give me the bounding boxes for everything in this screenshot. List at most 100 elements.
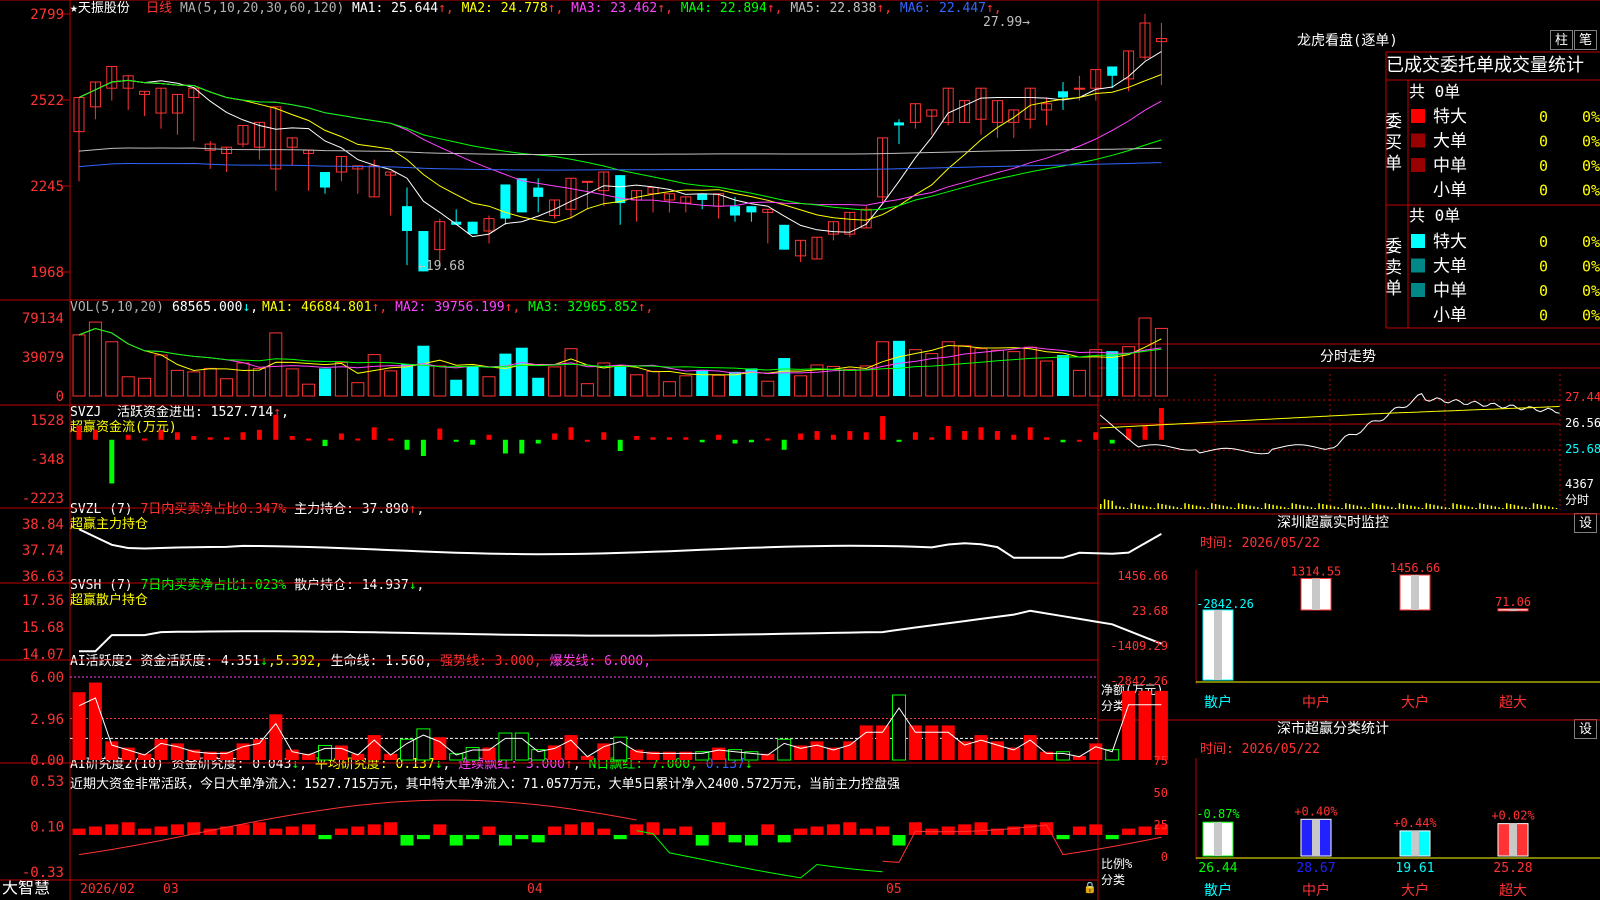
- period-label[interactable]: 日线: [146, 2, 172, 15]
- axis-label-may: 05: [886, 882, 902, 897]
- vol-bar-up: [121, 376, 135, 397]
- candle-body-up: [73, 97, 85, 133]
- buy-row-count: 0: [1539, 133, 1548, 151]
- tick-view-button[interactable]: 笔: [1574, 30, 1597, 50]
- vol-bar-up: [203, 367, 217, 397]
- activity-bar: [1089, 743, 1103, 760]
- research-bar-pos: [220, 826, 234, 835]
- monitor-axis-name2: 分类: [1101, 699, 1126, 713]
- legend-arrow: ↑,: [504, 300, 529, 315]
- ma-line-30: [78, 79, 1162, 211]
- fenshi-vol-bar: [1448, 508, 1451, 509]
- fenshi-vol-bar: [1119, 506, 1121, 509]
- fenshi-vol-bar: [1437, 505, 1439, 509]
- candle-body-up: [877, 137, 889, 198]
- flow-bar-in: [847, 431, 853, 440]
- flow-bar-in: [1044, 437, 1050, 440]
- research-bar-pos: [154, 826, 168, 835]
- candle-body-up: [926, 109, 938, 117]
- fenshi-vol-bar: [1394, 508, 1397, 509]
- fenshi-tick-high: 27.44: [1565, 390, 1600, 404]
- column-view-button[interactable]: 柱: [1550, 30, 1573, 50]
- fenshi-vol-bar: [1402, 504, 1405, 509]
- buy-row-pct: 0%: [1582, 182, 1600, 200]
- flow-bar-in: [240, 432, 246, 440]
- fenshi-vol-bar: [1195, 505, 1198, 509]
- classify-title: 深市超赢分类统计: [1277, 721, 1389, 737]
- flow-bar-out: [519, 439, 525, 454]
- candle-body-up: [368, 165, 380, 198]
- fenshi-vol-bar: [1260, 508, 1263, 509]
- classify-bar: [1202, 821, 1234, 857]
- candle-body-up: [860, 208, 872, 229]
- vol-ma-line: [78, 327, 1162, 376]
- sell-row-name: 大单: [1433, 257, 1467, 277]
- flow-bar-out: [322, 439, 328, 447]
- monitor-category-label: 中户: [1302, 694, 1330, 711]
- fenshi-vol-bar: [1134, 504, 1136, 509]
- sell-row-pct: 0%: [1582, 282, 1600, 300]
- flow-bar-in: [880, 416, 886, 440]
- monitor-title: 深圳超赢实时监控: [1277, 515, 1389, 531]
- sell-row-name: 小单: [1433, 306, 1467, 326]
- vol-tick: 0: [56, 389, 64, 405]
- research-bar-neg: [744, 834, 758, 846]
- research-bar-pos: [843, 822, 857, 835]
- candle-body-up: [663, 193, 675, 201]
- candle-body-up: [549, 199, 561, 216]
- vol-bar-up: [974, 348, 988, 397]
- buy-row-pct: 0%: [1582, 157, 1600, 175]
- flow-bar-in: [224, 437, 230, 440]
- research-bar-pos: [121, 822, 135, 835]
- ai-research-header: AI研究度2(10) 资金研究度: 0.043↓, 平均研究度: 0.137↓,…: [70, 757, 753, 772]
- svsh-header: SVSH (7) 7日内买卖净占比1.023% 散户持仓: 14.937↓,: [70, 578, 425, 593]
- vol-bar-down: [450, 379, 463, 396]
- flow-bar-out: [699, 439, 705, 443]
- classify-bar-shade: [1214, 822, 1222, 856]
- vol-bar-up: [1023, 346, 1037, 397]
- flow-bar-in: [1142, 426, 1148, 440]
- legend-arrow: ↑,: [876, 1, 900, 16]
- classify-settings-button[interactable]: 设: [1574, 719, 1597, 739]
- vol-bar-up: [712, 374, 726, 397]
- sell-row-count: 0: [1539, 233, 1548, 251]
- ai-research-tick: 0.53: [30, 774, 64, 790]
- activity-bar: [1040, 751, 1054, 760]
- longhu-title: 龙虎看盘(逐单): [1297, 33, 1398, 49]
- fenshi-vol-bar: [1471, 507, 1474, 509]
- candle-body-up: [171, 93, 183, 114]
- fenshi-vol-bar: [1421, 508, 1424, 509]
- monitor-bar-label: 1456.66: [1390, 561, 1441, 575]
- fenshi-vol-bar: [1145, 506, 1148, 509]
- vol-bar-up: [826, 365, 840, 397]
- lock-icon[interactable]: 🔒: [1083, 882, 1097, 893]
- classify-category-label: 散户: [1204, 882, 1232, 899]
- activity-bar: [416, 728, 431, 761]
- fenshi-vol-bar: [1555, 508, 1558, 509]
- research-bar-neg: [1105, 834, 1119, 840]
- fenshi-vol-bar: [1122, 507, 1125, 509]
- research-bar-pos: [1154, 824, 1168, 835]
- fenshi-vol-bar: [1364, 507, 1366, 509]
- classify-change-label: +0.40%: [1294, 804, 1338, 818]
- sell-row-name: 中单: [1433, 281, 1467, 301]
- flow-bar-in: [1027, 427, 1033, 440]
- vol-bar-up: [941, 341, 955, 397]
- activity-bar: [72, 692, 86, 760]
- candle-body-up: [680, 196, 692, 204]
- flow-bar-in: [1126, 428, 1132, 440]
- classify-bar-shade: [1411, 830, 1419, 856]
- research-bar-pos: [941, 826, 955, 835]
- research-bar-pos: [170, 824, 184, 835]
- research-bar-pos: [859, 828, 873, 835]
- candle-body-down: [746, 206, 757, 213]
- flow-bar-in: [994, 431, 1000, 440]
- monitor-settings-button[interactable]: 设: [1574, 513, 1597, 533]
- fenshi-vol-bar: [1517, 505, 1519, 509]
- vol-bar-up: [548, 366, 562, 397]
- research-bar-neg: [1056, 834, 1070, 840]
- axis-label-mar: 03: [163, 882, 179, 897]
- vol-bar-up: [88, 321, 102, 397]
- flow-bar-out: [748, 439, 754, 443]
- research-bar-pos: [1007, 826, 1021, 835]
